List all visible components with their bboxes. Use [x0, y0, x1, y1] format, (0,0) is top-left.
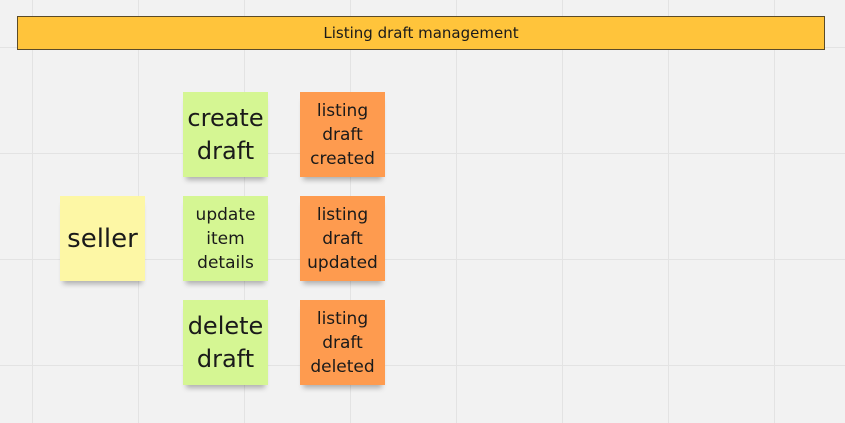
sticky-note-listing-draft-deleted[interactable]: listing draft deleted	[300, 300, 385, 385]
sticky-note-text: listing draft deleted	[310, 308, 375, 377]
sticky-note-text: update item details	[195, 204, 256, 273]
sticky-note-update-item-details[interactable]: update item details	[183, 196, 268, 281]
sticky-note-listing-draft-updated[interactable]: listing draft updated	[300, 196, 385, 281]
sticky-note-text: seller	[67, 223, 138, 254]
sticky-note-text: create draft	[187, 103, 264, 165]
sticky-note-listing-draft-created[interactable]: listing draft created	[300, 92, 385, 177]
sticky-note-create-draft[interactable]: create draft	[183, 92, 268, 177]
sticky-note-text: listing draft updated	[307, 204, 378, 273]
sticky-note-text: delete draft	[187, 311, 264, 373]
frame-title: Listing draft management	[323, 24, 519, 42]
sticky-note-delete-draft[interactable]: delete draft	[183, 300, 268, 385]
sticky-note-seller[interactable]: seller	[60, 196, 145, 281]
frame-title-bar[interactable]: Listing draft management	[17, 16, 825, 50]
sticky-note-text: listing draft created	[310, 100, 375, 169]
